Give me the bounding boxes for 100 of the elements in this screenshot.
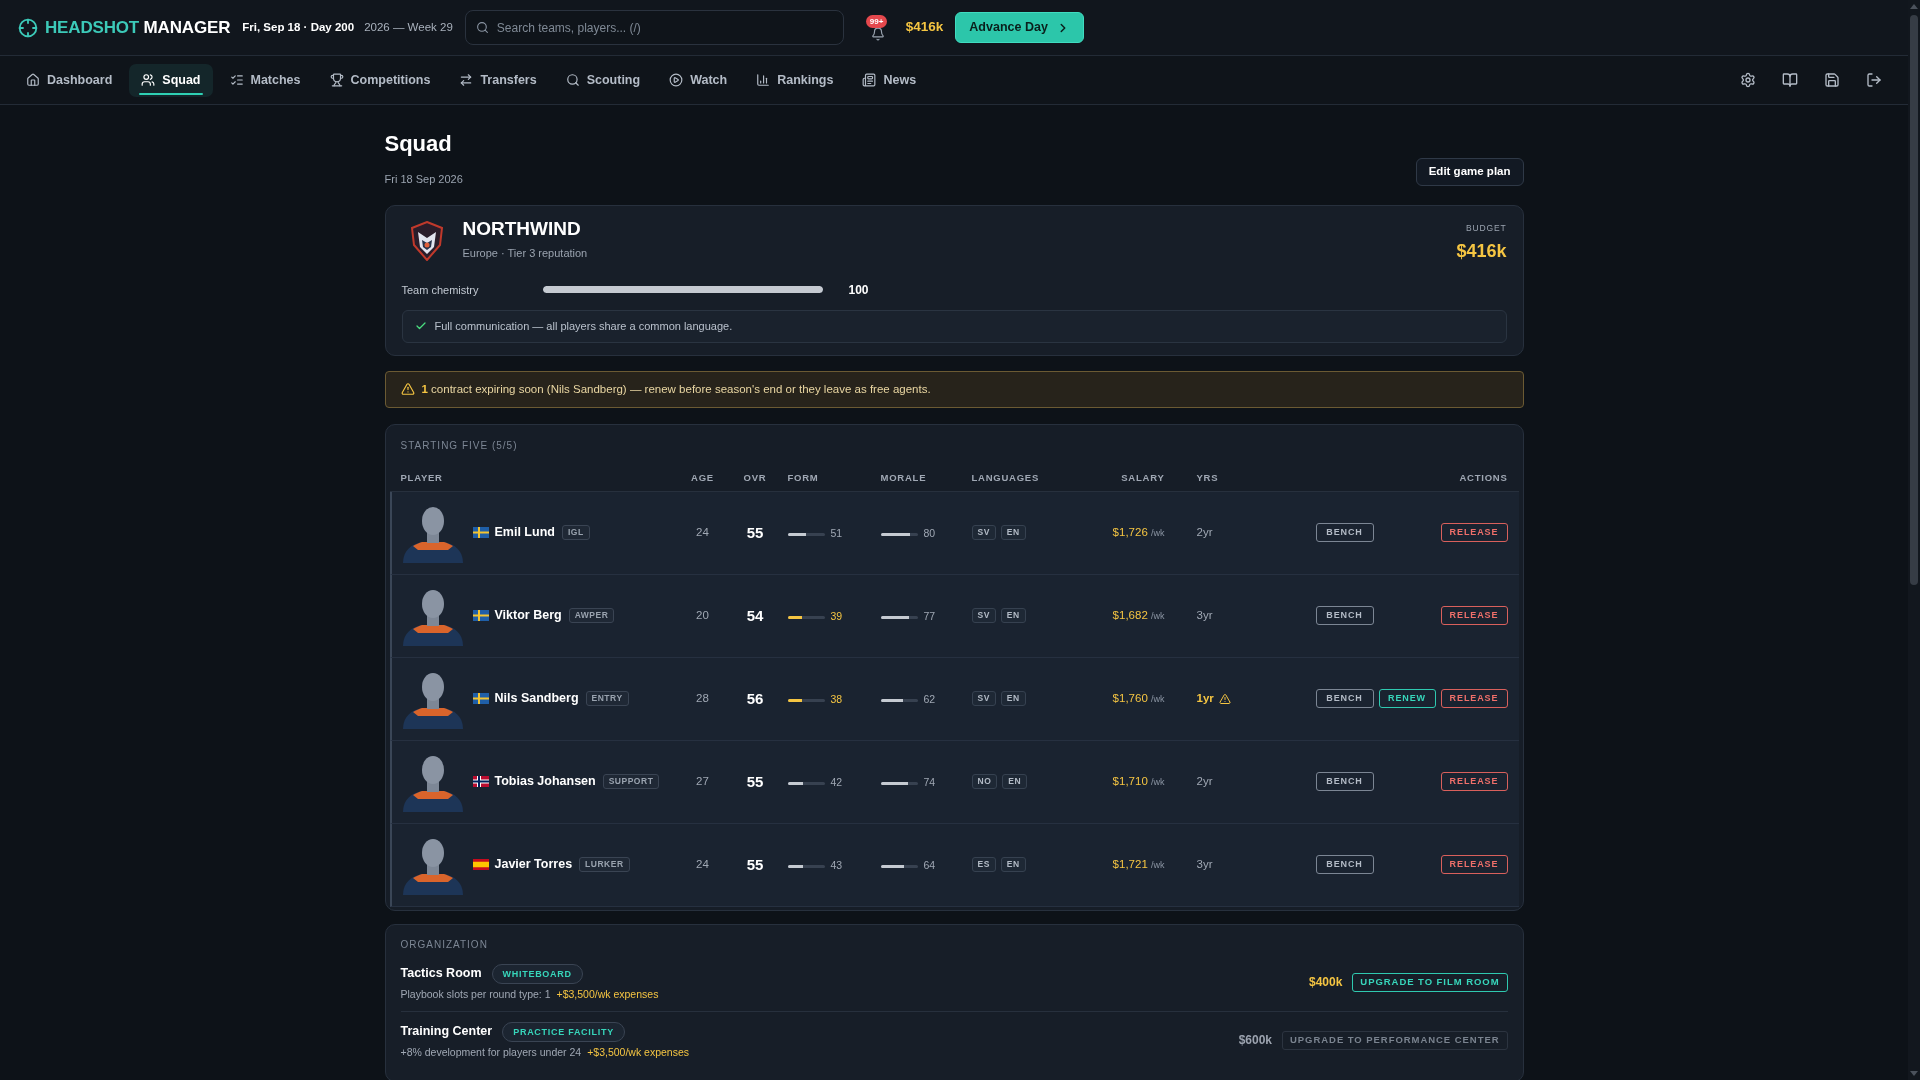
facility-tier-tag: WHITEBOARD (491, 963, 583, 984)
search-icon (565, 73, 580, 87)
release-button[interactable]: RELEASE (1440, 772, 1508, 792)
salary-value: $1,760 /wk (1111, 691, 1165, 707)
player-ovr: 56 (745, 688, 765, 709)
notice-text: Full communication — all players share a common language. (434, 319, 733, 334)
scrollbar-thumb[interactable] (1910, 15, 1918, 585)
nav-tab[interactable]: Squad (129, 63, 213, 97)
morale-value: 77 (923, 609, 936, 625)
release-button[interactable]: RELEASE (1440, 689, 1508, 709)
budget-label: BUDGET (1465, 222, 1507, 235)
search-field[interactable]: Search teams, players... (/) (464, 10, 844, 45)
crosshair-logo-icon (18, 17, 38, 38)
game-date: Fri, Sep 18 · Day 200 (242, 19, 355, 35)
advance-day-button[interactable]: Advance Day (955, 12, 1084, 43)
language-tag: EN (1000, 608, 1026, 624)
language-tag: EN (1000, 691, 1026, 707)
salary-value: $1,726 /wk (1111, 525, 1165, 541)
balance: $416k (905, 18, 944, 37)
nav-tab[interactable]: Transfers (447, 63, 549, 97)
column-header: ACTIONS (1458, 471, 1508, 486)
player-age: 27 (695, 774, 710, 790)
budget-value: $416k (1456, 239, 1507, 263)
book-icon (1782, 72, 1798, 88)
logout-icon (1866, 72, 1882, 88)
nav-tab[interactable]: Matches (217, 63, 313, 97)
upgrade-cost: $600k (1238, 1032, 1272, 1050)
release-button[interactable]: RELEASE (1440, 523, 1508, 543)
bench-button[interactable]: BENCH (1315, 855, 1374, 875)
column-header: YRS (1195, 471, 1220, 486)
checklist-icon (229, 73, 244, 87)
player-row[interactable]: Javier Torres LURKER 24 55 43 64 ES EN $1,721 /wk 3yr BENCH RELEASE (389, 823, 1519, 907)
player-name: Nils Sandberg (494, 690, 579, 708)
notifications-button[interactable]: 99+ (867, 14, 888, 41)
bell-icon (870, 26, 885, 41)
season-week: 2026 — Week 29 (364, 19, 453, 35)
player-row[interactable]: Tobias Johansen SUPPORT 27 55 42 74 NO EN $1,710 /wk 2yr BENCH RELEASE (389, 740, 1519, 824)
page-date: Fri 18 Sep 2026 (384, 172, 463, 186)
language-tag: EN (1000, 857, 1026, 873)
renew-button[interactable]: RENEW (1378, 689, 1436, 709)
language-tag: EN (1000, 525, 1026, 541)
nav-tab[interactable]: News (850, 63, 929, 97)
bench-button[interactable]: BENCH (1315, 606, 1374, 626)
morale-value: 74 (923, 775, 936, 791)
player-ovr: 55 (745, 771, 765, 792)
release-button[interactable]: RELEASE (1440, 855, 1508, 875)
player-ovr: 55 (745, 522, 765, 543)
column-header: MORALE (880, 471, 928, 486)
player-row[interactable]: Emil Lund IGL 24 55 51 80 SV EN $1,726 /wk 2yr BENCH RELEASE (389, 491, 1519, 575)
facility-expense: +$3,500/wk expenses (556, 987, 659, 1001)
arrows-icon (459, 73, 474, 87)
contract-years: 1yr (1196, 691, 1214, 707)
player-name: Tobias Johansen (494, 773, 596, 791)
nav-tab[interactable]: Competitions (317, 63, 443, 97)
alert-text: 1 contract expiring soon (Nils Sandberg) — renew before season's end or they leave as free agents. (421, 381, 931, 397)
bar-chart-icon (756, 73, 771, 87)
language-tag: NO (971, 774, 998, 790)
bench-button[interactable]: BENCH (1315, 523, 1374, 543)
facility-name: Training Center (400, 1023, 493, 1041)
morale-value: 62 (923, 692, 936, 708)
salary-value: $1,682 /wk (1111, 608, 1165, 624)
form-value: 39 (830, 609, 843, 625)
player-ovr: 55 (745, 854, 765, 875)
newspaper-icon (862, 73, 877, 87)
bench-button[interactable]: BENCH (1315, 772, 1374, 792)
nav-tab[interactable]: Rankings (744, 63, 846, 97)
nav-tab[interactable]: Scouting (553, 63, 653, 97)
player-name: Emil Lund (494, 524, 555, 542)
player-age: 28 (695, 691, 710, 707)
search-icon (475, 21, 489, 34)
nav-tab[interactable]: Watch (657, 63, 740, 97)
player-age: 20 (695, 608, 710, 624)
settings-icon (1740, 72, 1756, 88)
form-value: 43 (830, 858, 843, 874)
form-value: 42 (830, 775, 843, 791)
player-row[interactable]: Nils Sandberg ENTRY 28 56 38 62 SV EN $1,760 /wk 1yr BENCH RENEW RELEASE (389, 657, 1519, 741)
release-button[interactable]: RELEASE (1440, 606, 1508, 626)
form-value: 51 (830, 526, 843, 542)
section-title: ORGANIZATION (400, 938, 489, 951)
upgrade-button[interactable]: UPGRADE TO FILM ROOM (1352, 972, 1508, 992)
column-header: SALARY (1120, 471, 1165, 486)
chemistry-value: 100 (848, 281, 869, 299)
edit-game-plan-button[interactable]: Edit game plan (1415, 158, 1524, 186)
role-tag: LURKER (579, 857, 630, 873)
app-title: HEADSHOT MANAGER (45, 16, 231, 39)
upgrade-cost: $400k (1308, 974, 1343, 992)
page-title: Squad (384, 130, 453, 158)
column-header: PLAYER (400, 471, 444, 486)
column-header: FORM (787, 471, 820, 486)
column-header: LANGUAGES (971, 471, 1041, 486)
player-name: Javier Torres (494, 856, 573, 874)
nav-tab[interactable]: Dashboard (14, 63, 125, 97)
save-icon (1824, 72, 1840, 88)
role-tag: SUPPORT (602, 774, 660, 790)
morale-value: 80 (923, 526, 936, 542)
player-row[interactable]: Viktor Berg AWPER 20 54 39 77 SV EN $1,682 /wk 3yr BENCH RELEASE (389, 574, 1519, 658)
contract-years: 3yr (1196, 608, 1213, 624)
notification-count: 99+ (865, 14, 888, 28)
bench-button[interactable]: BENCH (1315, 689, 1374, 709)
form-value: 38 (830, 692, 843, 708)
